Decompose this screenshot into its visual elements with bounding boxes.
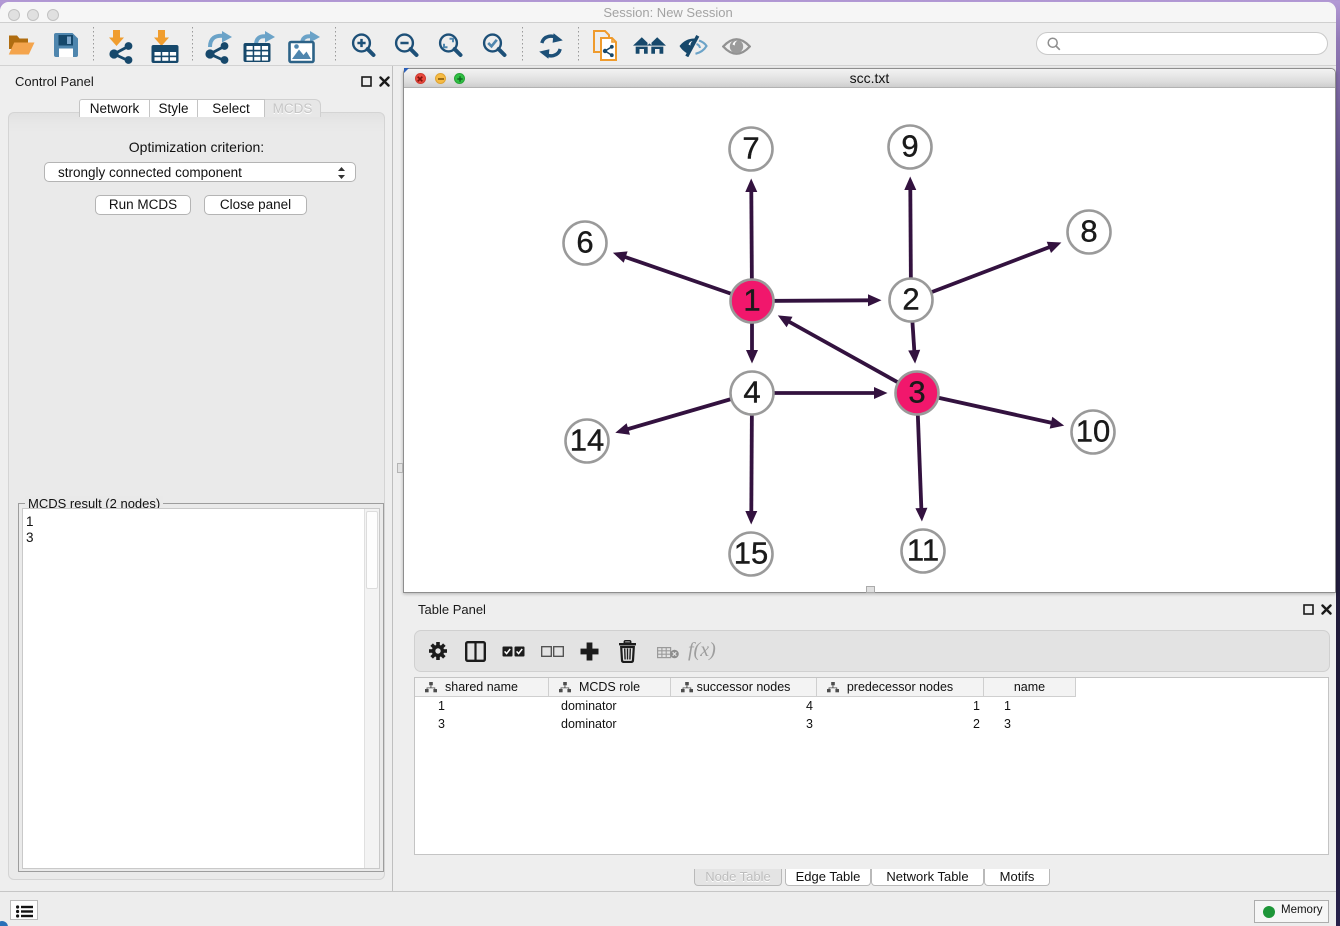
svg-text:15: 15 (734, 536, 768, 571)
svg-text:7: 7 (742, 131, 759, 166)
svg-text:3: 3 (908, 375, 925, 410)
svg-text:6: 6 (576, 225, 593, 260)
svg-text:11: 11 (907, 533, 939, 568)
svg-text:9: 9 (901, 129, 918, 164)
svg-text:14: 14 (570, 423, 604, 458)
svg-text:10: 10 (1076, 414, 1110, 449)
svg-text:1: 1 (743, 283, 760, 318)
svg-text:4: 4 (743, 375, 760, 410)
svg-text:2: 2 (902, 282, 919, 317)
svg-text:8: 8 (1080, 214, 1097, 249)
